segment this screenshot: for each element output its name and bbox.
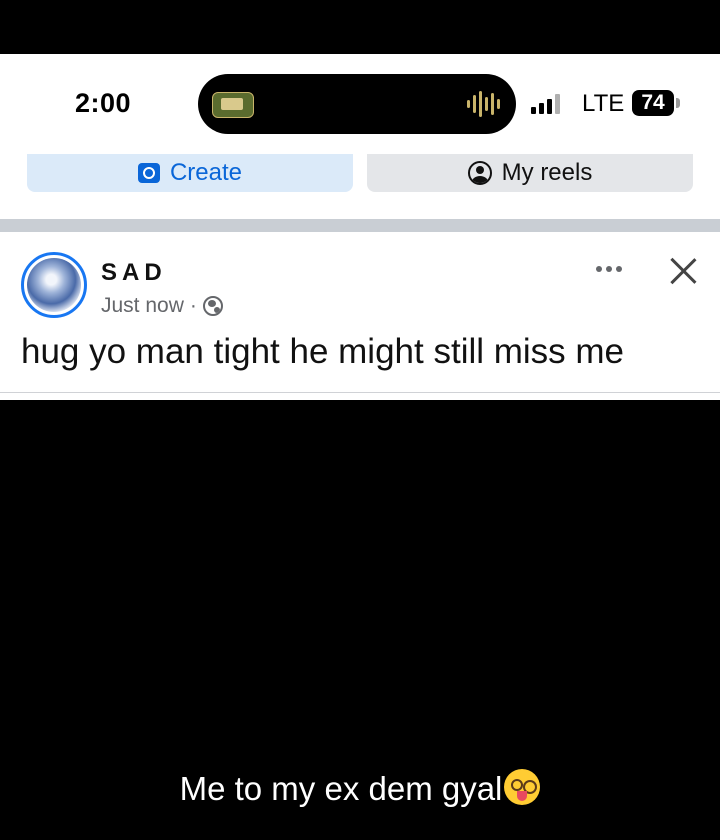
post-author[interactable]: SAD xyxy=(101,259,167,287)
close-icon[interactable] xyxy=(668,256,698,286)
my-reels-button[interactable]: My reels xyxy=(367,154,693,192)
avatar[interactable] xyxy=(21,252,87,318)
create-button[interactable]: Create xyxy=(27,154,353,192)
globe-icon xyxy=(202,296,223,316)
screenshot-area: 2:00 LTE 74 Create My reels SAD Just now… xyxy=(0,54,720,400)
post-meta: Just now · xyxy=(101,294,223,318)
woozy-face-icon xyxy=(504,769,541,806)
meta-separator: · xyxy=(189,294,197,317)
dynamic-island[interactable] xyxy=(198,74,516,134)
post-divider xyxy=(0,392,720,393)
network-type: LTE xyxy=(582,90,625,117)
section-divider xyxy=(0,219,720,232)
my-reels-label: My reels xyxy=(501,159,593,186)
post-text: hug yo man tight he might still miss me xyxy=(21,332,625,371)
status-time: 2:00 xyxy=(75,88,132,118)
camera-icon xyxy=(137,163,160,183)
post-timestamp[interactable]: Just now xyxy=(101,294,184,318)
battery-level: 74 xyxy=(632,90,674,116)
album-art-icon xyxy=(212,92,254,118)
avatar-image xyxy=(27,258,81,312)
create-label: Create xyxy=(169,159,243,186)
profile-icon xyxy=(467,161,492,185)
more-options-icon[interactable] xyxy=(596,266,622,272)
battery-cap-icon xyxy=(676,98,680,108)
audio-wave-icon xyxy=(467,90,500,118)
signal-icon xyxy=(531,92,560,114)
meme-caption: Me to my ex dem gyal xyxy=(0,769,720,809)
top-black-bar xyxy=(0,0,720,54)
caption-text: Me to my ex dem gyal xyxy=(179,770,503,807)
